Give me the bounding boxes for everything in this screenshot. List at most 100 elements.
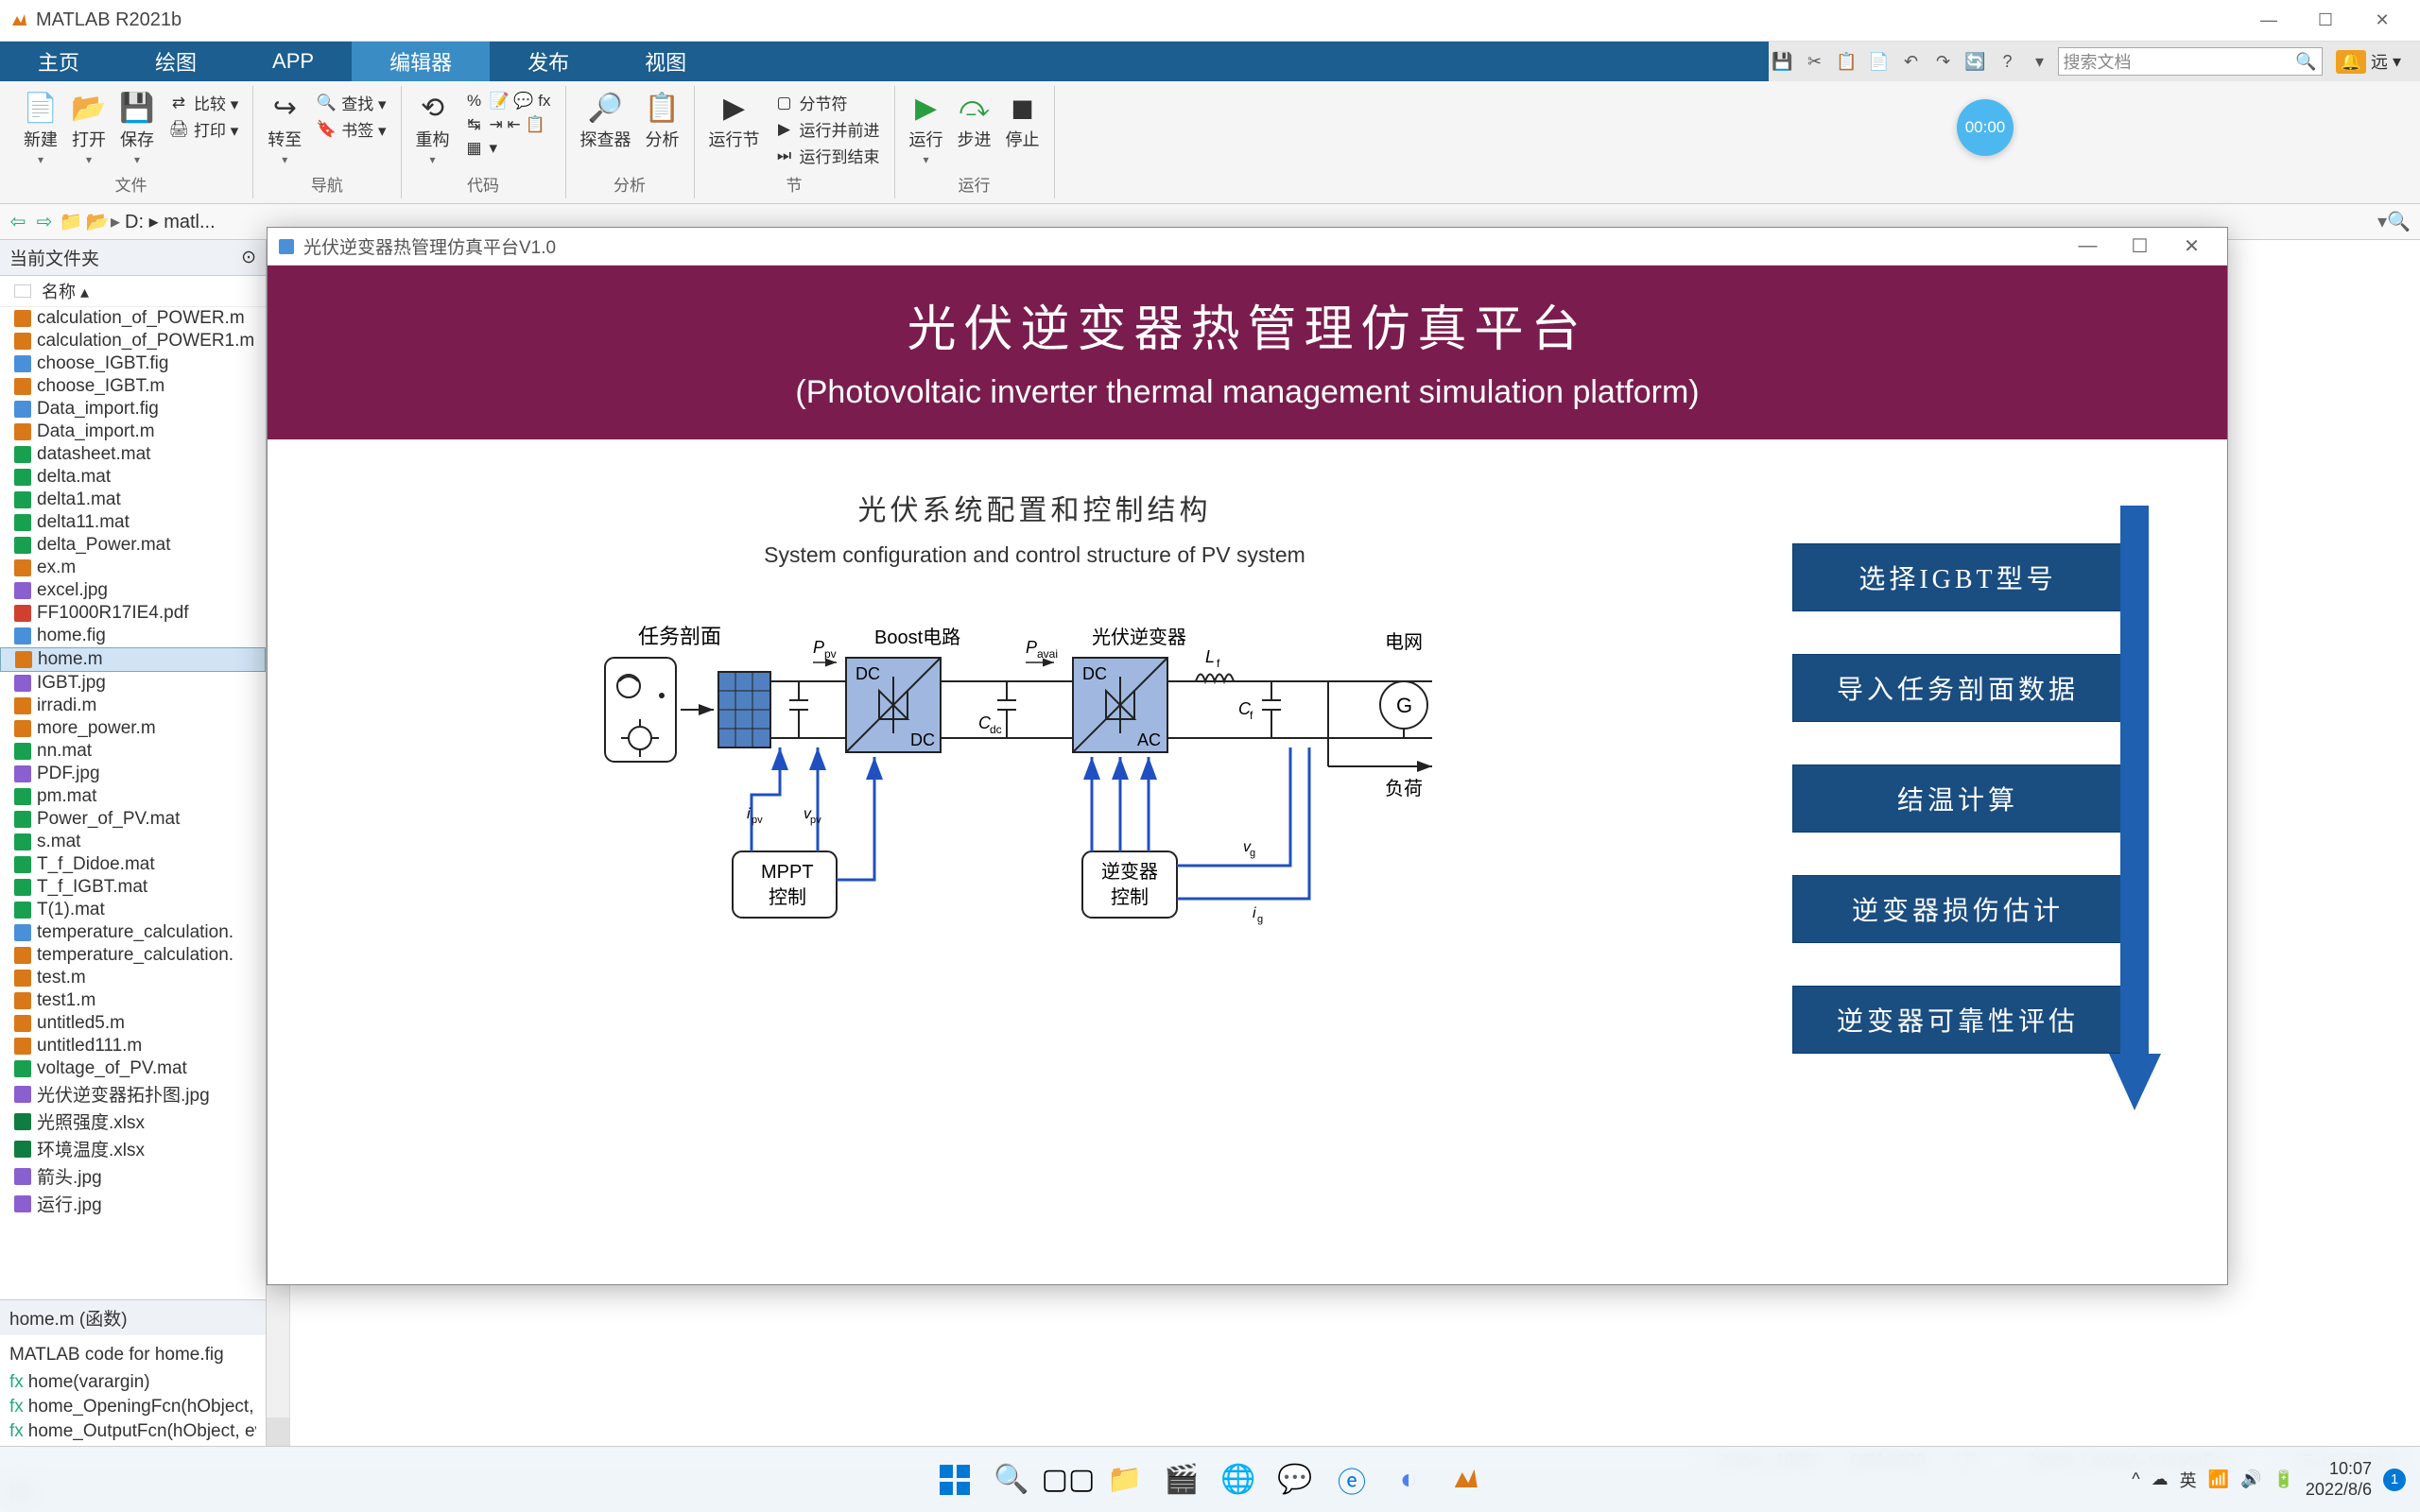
ribbon-button-1-0[interactable]: ↪转至▾ <box>268 91 302 166</box>
file-item[interactable]: Data_import.fig <box>0 398 266 421</box>
tray-wifi-icon[interactable]: 📶 <box>2208 1469 2229 1489</box>
ribbon-button-3-0[interactable]: 🔎探查器 <box>580 91 631 151</box>
file-item[interactable]: calculation_of_POWER.m <box>0 307 266 330</box>
file-item[interactable]: delta_Power.mat <box>0 534 266 557</box>
matlab-taskbar-icon[interactable] <box>1443 1457 1488 1503</box>
recording-timer-badge[interactable]: 00:00 <box>1957 99 2014 156</box>
copy-icon[interactable]: 📋 <box>1833 47 1861 76</box>
function-item[interactable]: fxhome_OpeningFcn(hObject, eventdata, ha… <box>9 1395 256 1419</box>
gui-action-button-1[interactable]: 导入任务剖面数据 <box>1792 654 2123 722</box>
undo-icon[interactable]: ↶ <box>1897 47 1926 76</box>
ribbon-subitem-1-0[interactable]: 🔍查找 ▾ <box>316 91 386 114</box>
file-item[interactable]: delta1.mat <box>0 489 266 511</box>
back-button[interactable]: ⇦ <box>5 209 31 235</box>
tray-clock[interactable]: 10:07 2022/8/6 <box>2306 1459 2372 1500</box>
start-button[interactable] <box>932 1457 977 1503</box>
file-item[interactable]: Data_import.m <box>0 421 266 443</box>
file-item[interactable]: home.fig <box>0 625 266 647</box>
redo-icon[interactable]: ↷ <box>1929 47 1958 76</box>
toolstrip-tab-2[interactable]: APP <box>234 42 352 81</box>
paste-icon[interactable]: 📄 <box>1865 47 1893 76</box>
ribbon-button-3-1[interactable]: 📋分析 <box>646 91 680 151</box>
toolstrip-tab-0[interactable]: 主页 <box>0 42 117 81</box>
gui-action-button-4[interactable]: 逆变器可靠性评估 <box>1792 986 2123 1054</box>
dropdown-icon[interactable]: ▾ <box>2026 47 2054 76</box>
tray-notifications-icon[interactable]: 1 <box>2383 1469 2406 1491</box>
path-search-icon[interactable]: 🔍 <box>2387 210 2415 233</box>
file-item[interactable]: test.m <box>0 967 266 989</box>
file-item[interactable]: choose_IGBT.m <box>0 375 266 398</box>
ribbon-button-5-2[interactable]: ◼停止 <box>1006 91 1040 151</box>
ribbon-subitem-4-2[interactable]: ⏭运行到结束 <box>774 144 880 167</box>
app-icon-1[interactable]: 🎬 <box>1159 1457 1204 1503</box>
toolstrip-tab-3[interactable]: 编辑器 <box>352 42 490 81</box>
file-item[interactable]: Power_of_PV.mat <box>0 808 266 831</box>
explorer-icon[interactable]: 📁 <box>1102 1457 1148 1503</box>
gui-action-button-3[interactable]: 逆变器损伤估计 <box>1792 875 2123 943</box>
edge-icon[interactable]: 🌐 <box>1216 1457 1261 1503</box>
file-item[interactable]: FF1000R17IE4.pdf <box>0 602 266 625</box>
file-item[interactable]: excel.jpg <box>0 579 266 602</box>
file-item[interactable]: delta.mat <box>0 466 266 489</box>
gui-action-button-0[interactable]: 选择IGBT型号 <box>1792 543 2123 611</box>
tray-ime-label[interactable]: 英 <box>2180 1468 2197 1492</box>
file-item[interactable]: irradi.m <box>0 695 266 717</box>
ribbon-subitem-0-0[interactable]: ⇄比较 ▾ <box>168 91 238 114</box>
file-item[interactable]: delta11.mat <box>0 511 266 534</box>
file-item[interactable]: temperature_calculation. <box>0 944 266 967</box>
file-item[interactable]: 光伏逆变器拓扑图.jpg <box>0 1080 266 1108</box>
file-item[interactable]: untitled111.m <box>0 1035 266 1057</box>
ribbon-button-4-0[interactable]: ▶运行节 <box>709 91 760 151</box>
file-item[interactable]: datasheet.mat <box>0 443 266 466</box>
file-item[interactable]: ex.m <box>0 557 266 579</box>
file-item[interactable]: 光照强度.xlsx <box>0 1108 266 1135</box>
file-item[interactable]: nn.mat <box>0 740 266 763</box>
tray-volume-icon[interactable]: 🔊 <box>2240 1469 2261 1489</box>
gui-close-button[interactable]: ✕ <box>2166 229 2218 265</box>
search-taskbar-icon[interactable]: 🔍 <box>989 1457 1034 1503</box>
maximize-button[interactable]: ☐ <box>2297 2 2354 40</box>
file-item[interactable]: PDF.jpg <box>0 763 266 785</box>
up-folder-icon[interactable]: 📁 <box>58 209 84 235</box>
ribbon-button-0-2[interactable]: 💾保存▾ <box>120 91 154 166</box>
save-icon[interactable]: 💾 <box>1769 47 1797 76</box>
file-item[interactable]: choose_IGBT.fig <box>0 352 266 375</box>
toolstrip-tab-1[interactable]: 绘图 <box>117 42 234 81</box>
file-item[interactable]: temperature_calculation. <box>0 921 266 944</box>
ribbon-subitem-4-0[interactable]: ▢分节符 <box>774 91 880 114</box>
forward-button[interactable]: ⇨ <box>31 209 58 235</box>
ribbon-button-5-1[interactable]: ⤼步进 <box>958 91 992 151</box>
toolstrip-tab-5[interactable]: 视图 <box>607 42 724 81</box>
tray-onedrive-icon[interactable]: ☁ <box>2152 1469 2169 1489</box>
help-icon[interactable]: ? <box>1994 47 2022 76</box>
file-item[interactable]: IGBT.jpg <box>0 672 266 695</box>
file-item[interactable]: more_power.m <box>0 717 266 740</box>
ribbon-subitem-4-1[interactable]: ▶运行并前进 <box>774 117 880 141</box>
file-item[interactable]: voltage_of_PV.mat <box>0 1057 266 1080</box>
ribbon-subitem-2-0[interactable]: %📝 💬 fx <box>464 91 551 112</box>
file-item[interactable]: test1.m <box>0 989 266 1012</box>
file-item[interactable]: pm.mat <box>0 785 266 808</box>
file-item[interactable]: 环境温度.xlsx <box>0 1135 266 1162</box>
function-item[interactable]: fxhome(varargin) <box>9 1370 256 1395</box>
gui-minimize-button[interactable]: — <box>2062 229 2114 265</box>
file-item[interactable]: home.m <box>0 647 266 672</box>
file-item[interactable]: calculation_of_POWER1.m <box>0 330 266 352</box>
search-docs-input[interactable]: 搜索文档 🔍 <box>2058 47 2323 76</box>
minimize-button[interactable]: — <box>2240 2 2297 40</box>
file-list[interactable]: calculation_of_POWER.mcalculation_of_POW… <box>0 307 266 1299</box>
file-item[interactable]: T_f_Didoe.mat <box>0 853 266 876</box>
gui-maximize-button[interactable]: ☐ <box>2114 229 2166 265</box>
file-item[interactable]: 箭头.jpg <box>0 1162 266 1190</box>
file-item[interactable]: s.mat <box>0 831 266 853</box>
toolstrip-tab-4[interactable]: 发布 <box>490 42 607 81</box>
tray-chevron-icon[interactable]: ^ <box>2132 1469 2139 1489</box>
splitter-handle[interactable] <box>267 1418 289 1446</box>
function-item[interactable]: fxhome_OutputFcn(hObject, eventdata, han… <box>9 1419 256 1444</box>
file-item[interactable]: 运行.jpg <box>0 1190 266 1217</box>
browse-folder-icon[interactable]: 📂 <box>84 209 111 235</box>
edge2-icon[interactable]: ⓔ <box>1329 1457 1374 1503</box>
ribbon-subitem-2-2[interactable]: ▦▾ <box>464 138 551 159</box>
ribbon-subitem-0-1[interactable]: 🖨打印 ▾ <box>168 117 238 141</box>
panel-menu-icon[interactable]: ⊙ <box>241 247 256 268</box>
